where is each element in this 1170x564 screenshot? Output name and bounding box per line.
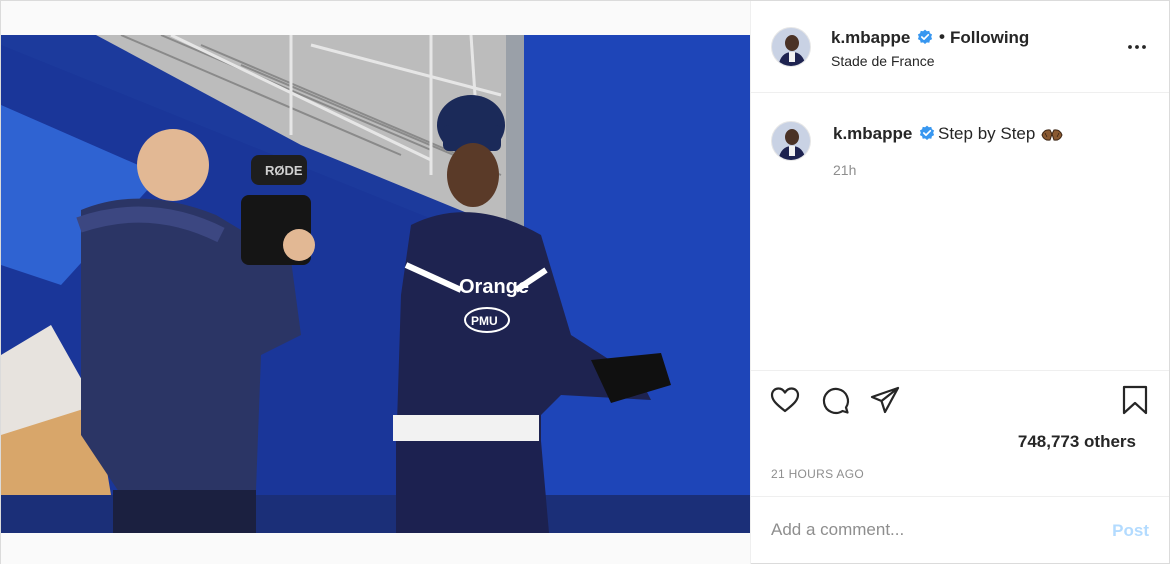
username-link[interactable]: k.mbappe: [831, 28, 910, 48]
comment-bubble-icon[interactable]: [819, 384, 851, 416]
comments-section: k.mbappe Step by Step 21h: [751, 93, 1169, 371]
clapping-hands-emoji: [1041, 129, 1063, 141]
likes-count[interactable]: 748,773 others: [1018, 432, 1136, 452]
caption-text: Step by Step: [938, 124, 1036, 143]
more-options-icon[interactable]: [1125, 35, 1149, 59]
separator-dot: •: [939, 27, 945, 46]
caption-username-link[interactable]: k.mbappe: [833, 124, 912, 144]
post-timestamp: 21 HOURS AGO: [771, 467, 864, 481]
add-comment-bar: Post: [751, 497, 1169, 563]
post-details-panel: k.mbappe • Following Stade de France k.m…: [751, 1, 1169, 563]
photo-sponsor-text: Orange: [459, 276, 529, 298]
comment-time: 21h: [833, 162, 857, 178]
media-panel: Orange PMU RØDE: [1, 1, 751, 564]
paper-plane-icon[interactable]: [869, 384, 901, 416]
location-link[interactable]: Stade de France: [831, 53, 935, 69]
heart-icon[interactable]: [769, 384, 801, 416]
post-actions: 748,773 others 21 HOURS AGO: [751, 371, 1169, 497]
avatar[interactable]: [771, 27, 811, 67]
avatar[interactable]: [771, 121, 811, 161]
verified-badge-icon: [919, 125, 935, 140]
photo-mic-brand: RØDE: [265, 163, 303, 178]
following-button[interactable]: Following: [950, 28, 1029, 48]
bookmark-icon[interactable]: [1119, 384, 1151, 416]
instagram-post: Orange PMU RØDE k.mbappe • Following Sta…: [0, 0, 1170, 564]
verified-badge-icon: [917, 29, 933, 44]
post-photo[interactable]: Orange PMU RØDE: [1, 35, 750, 533]
post-comment-button[interactable]: Post: [1112, 521, 1149, 541]
post-header: k.mbappe • Following Stade de France: [751, 1, 1169, 93]
comment-input[interactable]: [771, 518, 1091, 542]
photo-badge-text: PMU: [471, 314, 498, 328]
